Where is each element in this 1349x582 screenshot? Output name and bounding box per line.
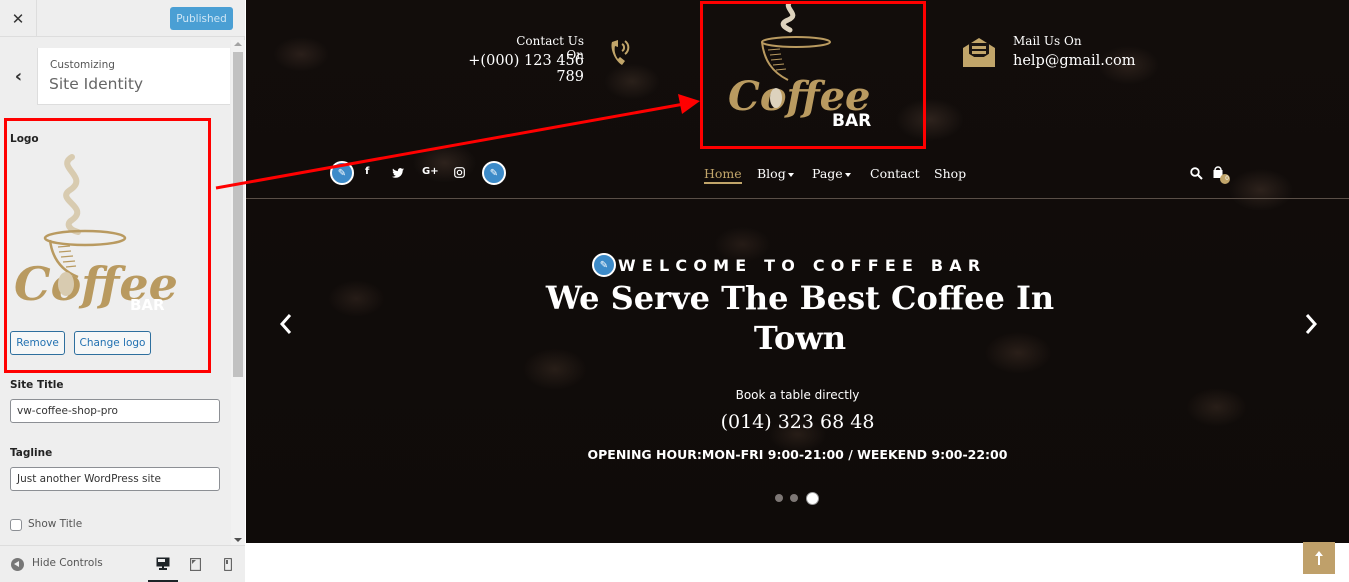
site-title-input[interactable]: vw-coffee-shop-pro	[10, 399, 220, 423]
device-tablet-button[interactable]	[180, 546, 210, 582]
mail-label: Mail Us On	[1013, 34, 1082, 48]
slider-phone: (014) 323 68 48	[720, 411, 875, 433]
nav-page-label: Page	[812, 166, 843, 181]
google-plus-icon[interactable]: G+	[422, 166, 439, 177]
slider-headline: We Serve The Best Coffee In Town	[545, 279, 1055, 357]
edit-shortcut-button[interactable]: ✎	[330, 161, 354, 185]
header-divider	[246, 198, 1349, 199]
mobile-icon	[224, 558, 232, 571]
edit-shortcut-button[interactable]: ✎	[482, 161, 506, 185]
logo-label: Logo	[10, 133, 39, 145]
customizing-label: Customizing	[50, 59, 115, 71]
collapse-arrow-icon[interactable]	[11, 558, 24, 571]
caret-down-icon	[787, 172, 794, 177]
tagline-label: Tagline	[10, 447, 53, 459]
close-icon: ✕	[11, 9, 25, 28]
caret-down-icon	[844, 172, 851, 177]
cart-count: 0	[1225, 175, 1229, 182]
slider-dot-1[interactable]	[775, 494, 783, 502]
close-button[interactable]: ✕	[0, 0, 37, 37]
facebook-icon[interactable]: f	[365, 166, 369, 177]
slider-dot-3[interactable]	[806, 492, 819, 505]
published-button[interactable]: Published	[170, 7, 233, 30]
desktop-icon	[156, 557, 170, 570]
nav-blog-label: Blog	[757, 166, 786, 181]
pencil-icon: ✎	[337, 167, 347, 179]
chevron-left-icon: ‹	[14, 66, 23, 87]
section-header: ‹ Customizing Site Identity	[0, 48, 230, 105]
logo-highlight-annotation	[700, 1, 926, 149]
scroll-to-top-button[interactable]	[1303, 542, 1335, 574]
slider-book-text: Book a table directly	[735, 388, 860, 402]
change-logo-button[interactable]: Change logo	[74, 331, 151, 355]
phone-icon	[611, 40, 630, 65]
search-icon[interactable]	[1190, 167, 1203, 180]
scroll-down-icon[interactable]	[234, 538, 242, 542]
back-button[interactable]: ‹	[0, 48, 38, 105]
instagram-icon[interactable]	[454, 167, 465, 178]
show-title-checkbox[interactable]	[10, 519, 22, 531]
nav-blog[interactable]: Blog	[757, 166, 794, 181]
scrollbar-thumb[interactable]	[233, 52, 243, 377]
slider-next-arrow[interactable]	[1304, 312, 1318, 336]
svg-text:BAR: BAR	[130, 296, 165, 314]
edit-shortcut-button[interactable]: ✎	[592, 253, 616, 277]
show-title-label: Show Title	[28, 518, 83, 530]
customizer-footer: Hide Controls	[0, 545, 245, 582]
pencil-icon: ✎	[599, 259, 609, 271]
hide-controls-button[interactable]: Hide Controls	[32, 557, 103, 569]
device-desktop-button[interactable]	[148, 546, 178, 582]
slider-prev-arrow[interactable]	[279, 312, 293, 336]
contact-phone: +(000) 123 456 789	[468, 53, 584, 85]
logo-preview-image[interactable]: Coffee BAR	[10, 152, 180, 322]
device-mobile-button[interactable]	[213, 546, 243, 582]
tablet-icon	[189, 558, 201, 571]
mail-address: help@gmail.com	[1013, 53, 1136, 69]
customizer-sidebar: ✕ Published ‹ Customizing Site Identity …	[0, 0, 245, 582]
arrow-up-icon	[1315, 551, 1323, 565]
remove-logo-button[interactable]: Remove	[10, 331, 65, 355]
customizer-window: ✕ Published ‹ Customizing Site Identity …	[0, 0, 1349, 582]
pencil-icon: ✎	[489, 167, 499, 179]
slider-dot-2[interactable]	[790, 494, 798, 502]
twitter-icon[interactable]	[392, 168, 404, 178]
scroll-up-icon[interactable]	[234, 42, 242, 46]
nav-contact[interactable]: Contact	[870, 166, 920, 181]
nav-page[interactable]: Page	[812, 166, 851, 181]
site-preview: Contact Us On +(000) 123 456 789 Mail Us…	[246, 0, 1349, 543]
nav-home[interactable]: Home	[704, 166, 742, 184]
preview-below-fold	[246, 543, 1349, 582]
slider-hours: OPENING HOUR:MON-FRI 9:00-21:00 / WEEKEN…	[587, 447, 1008, 462]
mail-icon	[963, 38, 995, 67]
section-title: Site Identity	[49, 75, 144, 93]
slider-welcome-text: WELCOME TO COFFEE BAR	[618, 256, 987, 275]
nav-shop[interactable]: Shop	[934, 166, 966, 181]
tagline-input[interactable]: Just another WordPress site	[10, 467, 220, 491]
sidebar-scrollbar[interactable]	[231, 40, 245, 545]
site-title-label: Site Title	[10, 379, 64, 391]
customizer-topbar: ✕ Published	[0, 0, 245, 37]
